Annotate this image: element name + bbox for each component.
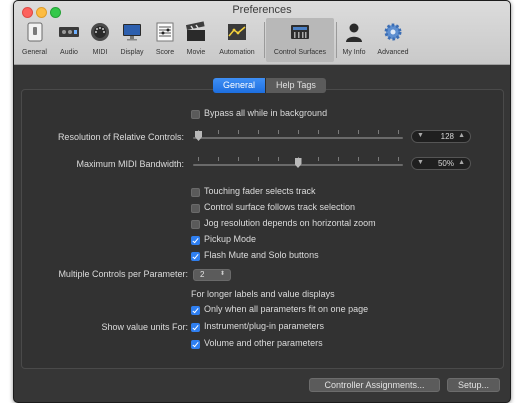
slider-tick xyxy=(318,157,319,161)
controller-assignments-button[interactable]: Controller Assignments... xyxy=(309,378,440,392)
slider-tick xyxy=(358,157,359,161)
toolbar-item-label: General xyxy=(22,49,47,56)
slider-tick xyxy=(278,130,279,134)
slider-tick xyxy=(378,157,379,161)
toolbar-item-audio[interactable]: Audio xyxy=(54,18,84,62)
toolbar-item-control-surfaces[interactable]: Control Surfaces xyxy=(266,18,334,62)
jog-resolution-checkbox[interactable] xyxy=(191,220,200,229)
toolbar-item-my-info[interactable]: My Info xyxy=(338,18,370,62)
bandwidth-label: Maximum MIDI Bandwidth: xyxy=(76,159,184,169)
slider-tick xyxy=(358,130,359,134)
general-switch-icon xyxy=(27,22,42,42)
toolbar-item-advanced[interactable]: Advanced xyxy=(372,18,414,62)
bypass-checkbox[interactable] xyxy=(191,110,200,119)
toolbar-separator xyxy=(264,22,265,58)
toolbar-item-display[interactable]: Display xyxy=(116,18,148,62)
touching-fader-label: Touching fader selects track xyxy=(204,186,316,196)
toolbar-item-label: MIDI xyxy=(92,49,108,56)
toolbar-item-score[interactable]: Score xyxy=(150,18,180,62)
toolbar-item-label: Display xyxy=(120,49,144,56)
slider-tick xyxy=(238,157,239,161)
slider-tick xyxy=(338,157,339,161)
slider-tick xyxy=(398,157,399,161)
toolbar-separator xyxy=(336,22,337,58)
gear-icon xyxy=(384,23,402,41)
only-when-fit-label: Only when all parameters fit on one page xyxy=(204,304,369,314)
bypass-label: Bypass all while in background xyxy=(204,108,328,118)
slider-tick xyxy=(258,157,259,161)
preferences-window: Preferences General Audio MIDI Display S… xyxy=(13,0,511,403)
slider-tick xyxy=(218,157,219,161)
resolution-value: 128 xyxy=(440,132,454,141)
midi-connector-icon xyxy=(91,23,109,41)
bandwidth-stepper[interactable]: ▼ 50% ▲ xyxy=(411,157,471,170)
slider-tick xyxy=(198,157,199,161)
flash-mute-solo-checkbox[interactable] xyxy=(191,252,200,261)
person-silhouette-icon xyxy=(346,23,362,42)
only-when-fit-checkbox[interactable] xyxy=(191,306,200,315)
volume-params-label: Volume and other parameters xyxy=(204,338,323,348)
toolbar-item-movie[interactable]: Movie xyxy=(182,18,210,62)
toolbar-item-midi[interactable]: MIDI xyxy=(86,18,114,62)
slider-tick xyxy=(278,157,279,161)
instrument-params-label: Instrument/plug-in parameters xyxy=(204,321,325,331)
monitor-icon xyxy=(123,24,141,41)
slider-tick xyxy=(318,130,319,134)
slider-tick xyxy=(238,130,239,134)
bandwidth-value: 50% xyxy=(437,159,454,168)
slider-tick xyxy=(218,130,219,134)
resolution-label: Resolution of Relative Controls: xyxy=(57,132,184,142)
setup-button[interactable]: Setup... xyxy=(447,378,500,392)
resolution-stepper[interactable]: ▼ 128 ▲ xyxy=(411,130,471,143)
popup-arrows-icon: ⬍ xyxy=(219,271,225,277)
show-units-label: Show value units For: xyxy=(101,322,188,332)
slider-tick xyxy=(378,130,379,134)
slider-tick xyxy=(258,130,259,134)
toolbar-item-label: Score xyxy=(155,49,175,56)
toolbar-item-automation[interactable]: Automation xyxy=(212,18,262,62)
title-bar: Preferences General Audio MIDI Display S… xyxy=(14,1,510,65)
follows-selection-checkbox[interactable] xyxy=(191,204,200,213)
touching-fader-checkbox[interactable] xyxy=(191,188,200,197)
toolbar-item-label: Control Surfaces xyxy=(273,49,327,56)
toolbar-item-label: My Info xyxy=(342,49,366,56)
control-surface-icon xyxy=(291,25,309,39)
stepper-down-icon[interactable]: ▼ xyxy=(417,159,424,166)
jog-resolution-label: Jog resolution depends on horizontal zoo… xyxy=(204,218,376,228)
score-sheet-icon xyxy=(156,22,174,42)
tab-general[interactable]: General xyxy=(213,78,266,93)
pickup-mode-checkbox[interactable] xyxy=(191,236,200,245)
toolbar-item-label: Automation xyxy=(219,49,255,56)
automation-graph-icon xyxy=(228,24,246,40)
multiple-controls-label: Multiple Controls per Parameter: xyxy=(58,269,188,279)
stepper-up-icon[interactable]: ▲ xyxy=(458,159,465,166)
toolbar-item-general[interactable]: General xyxy=(16,18,53,62)
audio-interface-icon xyxy=(59,27,79,37)
multiple-controls-value: 2 xyxy=(200,270,205,279)
toolbar-item-label: Advanced xyxy=(377,49,409,56)
slider-tick xyxy=(338,130,339,134)
longer-labels-text: For longer labels and value displays xyxy=(191,289,335,299)
toolbar-item-label: Audio xyxy=(60,49,78,56)
tab-bar: General Help Tags xyxy=(213,78,326,93)
stepper-up-icon[interactable]: ▲ xyxy=(458,132,465,139)
window-title: Preferences xyxy=(232,4,292,16)
movie-clapper-icon xyxy=(185,21,205,41)
instrument-params-checkbox[interactable] xyxy=(191,323,200,332)
tab-help-tags[interactable]: Help Tags xyxy=(265,78,326,93)
slider-tick xyxy=(398,130,399,134)
resolution-slider-track[interactable] xyxy=(193,137,403,139)
flash-mute-solo-label: Flash Mute and Solo buttons xyxy=(204,250,319,260)
pickup-mode-label: Pickup Mode xyxy=(204,234,257,244)
toolbar-item-label: Movie xyxy=(186,49,206,56)
follows-selection-label: Control surface follows track selection xyxy=(204,202,356,212)
multiple-controls-popup[interactable]: 2 ⬍ xyxy=(193,269,231,281)
slider-tick xyxy=(298,130,299,134)
volume-params-checkbox[interactable] xyxy=(191,340,200,349)
stepper-down-icon[interactable]: ▼ xyxy=(417,132,424,139)
